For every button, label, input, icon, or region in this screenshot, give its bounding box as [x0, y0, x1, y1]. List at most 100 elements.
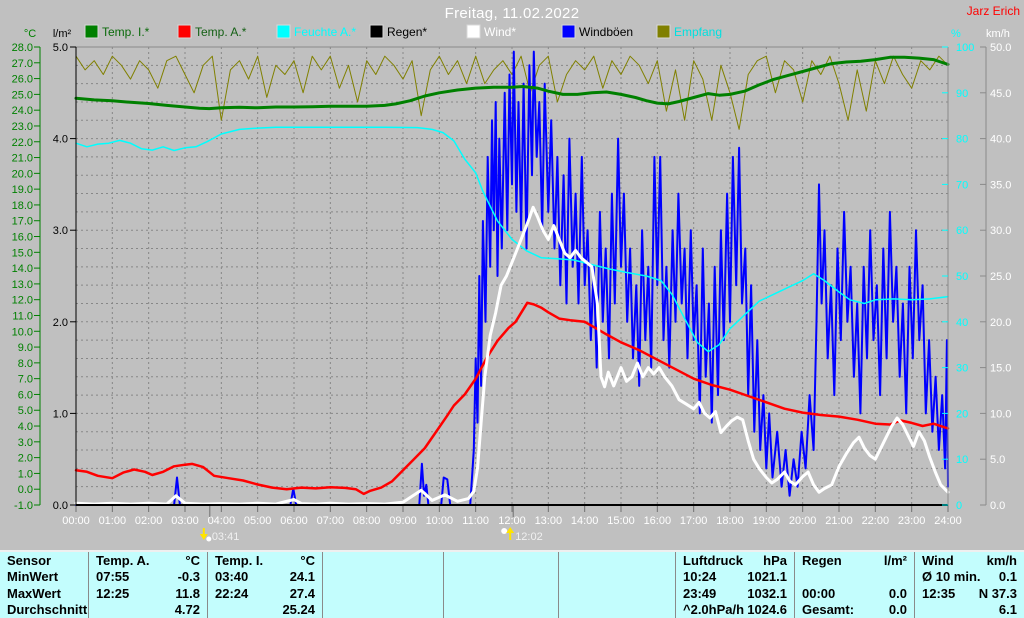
legend-label: Temp. A.* — [195, 25, 247, 39]
table-data-row: 03:40 24.1 — [208, 569, 322, 585]
axis-tick-label: 40.0 — [990, 134, 1011, 146]
axis-tick-label: 50.0 — [990, 42, 1011, 54]
table-col-unit: l/m² — [883, 552, 907, 568]
table-cell-value: 1021.1 — [747, 569, 787, 584]
table-cell-time: 22:24 — [215, 585, 249, 601]
axis-tick-label: 15.0 — [12, 247, 33, 259]
axis-tick-label: 25.0 — [990, 271, 1011, 283]
axis-tick-label: 30.0 — [990, 225, 1011, 237]
table-cell-value — [566, 586, 668, 602]
axis-tick-label: 11.0 — [12, 310, 33, 322]
axis-tick-label: 5.0 — [18, 405, 33, 417]
x-tick-label: 13:00 — [535, 515, 563, 527]
table-data-row: Gesamt: 0.0 — [795, 602, 914, 618]
table-header-row: Wind km/h — [915, 553, 1024, 569]
wind-legend-swatch — [466, 24, 481, 39]
axis-C: -1.0 0.0 1.0 2.0 3.0 4.0 5.0 6.0 7.0 8.0 9.0 10.0 11… — [12, 28, 41, 512]
table-col-header: Regen — [802, 552, 842, 568]
table-cell-value: -0.3 — [177, 569, 200, 584]
axis-tick-label: 13.0 — [12, 279, 33, 291]
table-cell-value: 0.1 — [998, 569, 1017, 584]
table-col-unit: °C — [300, 552, 315, 568]
legend-item-wind: Wind* — [466, 24, 516, 39]
table-col-header: Wind — [922, 552, 954, 568]
annotation-time: 03:41 — [212, 531, 240, 543]
feuchte-legend-swatch — [276, 24, 291, 39]
table-data-row: Ø 10 min. 0.1 — [915, 569, 1024, 585]
table-col-unit — [451, 553, 551, 569]
x-tick-label: 04:00 — [208, 515, 236, 527]
axis-tick-label: 26.0 — [12, 74, 33, 86]
axis-tick-label: 19.0 — [12, 184, 33, 196]
chart-legend: Temp. I.* Temp. A.* Feuchte A.* Regen* Wind*… — [84, 24, 722, 39]
x-tick-label: 05:00 — [244, 515, 272, 527]
axis-tick-label: 17.0 — [12, 216, 33, 228]
table-cell-value: 27.4 — [289, 585, 315, 601]
axis-tick-label: 6.0 — [18, 389, 33, 401]
axis-tick-label: 1.0 — [53, 408, 68, 420]
table-col-header: Temp. I. — [215, 552, 264, 568]
legend-label: Empfang — [674, 25, 722, 39]
x-axis: 00:00 01:00 02:00 03:00 04:00 05:00 06:00 07:00… — [62, 506, 962, 527]
axis-tick-label: 28.0 — [12, 42, 33, 54]
table-row-label: MinWert — [0, 569, 88, 585]
row-label-text: MaxWert — [7, 585, 61, 601]
table-cell-value: 25.24 — [282, 602, 315, 617]
axis-unit-header: l/m² — [53, 28, 72, 40]
axis-tick-label: 7.0 — [18, 374, 33, 386]
legend-label: Temp. I.* — [102, 25, 150, 39]
table-col-unit: hPa — [763, 552, 787, 568]
legend-label: Wind* — [484, 25, 516, 39]
table-data-row — [323, 602, 443, 618]
axis-unit-header: km/h — [986, 28, 1010, 40]
x-tick-label: 18:00 — [716, 515, 744, 527]
table-data-row — [444, 602, 558, 618]
table-data-row: 12:25 11.8 — [89, 586, 207, 602]
stats-table: Sensor MinWert MaxWert Durchschnitt Temp. A.… — [0, 550, 1024, 618]
x-tick-label: 17:00 — [680, 515, 708, 527]
table-cell-value: 0.0 — [888, 585, 907, 601]
x-tick-label: 20:00 — [789, 515, 817, 527]
axis-tick-label: 1.0 — [18, 468, 33, 480]
axis-L: 0.0 1.0 2.0 3.0 4.0 5.0 l/m² — [53, 28, 77, 512]
table-header-row: Temp. I. °C — [208, 553, 322, 569]
table-data-row: 00:00 0.0 — [795, 586, 914, 602]
axis-tick-label: 3.0 — [53, 225, 68, 237]
table-header-row: Luftdruck hPa — [676, 553, 794, 569]
table-cell-value — [330, 602, 436, 618]
regen-legend-swatch — [369, 24, 384, 39]
x-tick-label: 09:00 — [389, 515, 417, 527]
table-cell-time: 12:25 — [96, 585, 130, 601]
table-data-row — [559, 602, 675, 618]
legend-label: Regen* — [387, 25, 427, 39]
axis-tick-label: 45.0 — [990, 88, 1011, 100]
x-tick-label: 00:00 — [62, 515, 90, 527]
x-tick-label: 24:00 — [934, 515, 962, 527]
x-tick-label: 02:00 — [135, 515, 163, 527]
axis-tick-label: 10 — [956, 454, 968, 466]
axis-tick-label: 10.0 — [12, 326, 33, 338]
axis-tick-label: 2.0 — [18, 453, 33, 465]
legend-label: Windböen — [579, 25, 633, 39]
table-cell-time: Gesamt: — [802, 602, 855, 617]
table-cell-value: N 37.3 — [978, 585, 1017, 601]
x-tick-label: 16:00 — [644, 515, 672, 527]
table-cell-time: 07:55 — [96, 569, 130, 584]
axis-tick-label: 27.0 — [12, 58, 33, 70]
table-col-unit: km/h — [986, 552, 1017, 568]
table-column-3 — [322, 552, 443, 618]
table-column-5 — [558, 552, 675, 618]
table-data-row — [323, 586, 443, 602]
axis-tick-label: 5.0 — [990, 454, 1005, 466]
legend-item-empfang: Empfang — [656, 24, 722, 39]
axis-tick-label: 15.0 — [990, 363, 1011, 375]
axis-tick-label: 35.0 — [990, 179, 1011, 191]
axis-tick-label: 70 — [956, 179, 968, 191]
axis-tick-label: 20.0 — [12, 168, 33, 180]
axis-tick-label: 0.0 — [990, 500, 1005, 512]
weather-chart: -1.0 0.0 1.0 2.0 3.0 4.0 5.0 6.0 7.0 8.0 9.0 10.0 11… — [12, 24, 1011, 543]
table-column-4 — [443, 552, 558, 618]
temp_a-legend-swatch — [177, 24, 192, 39]
legend-item-feuchte: Feuchte A.* — [276, 24, 356, 39]
moonrise-icon — [501, 527, 515, 540]
